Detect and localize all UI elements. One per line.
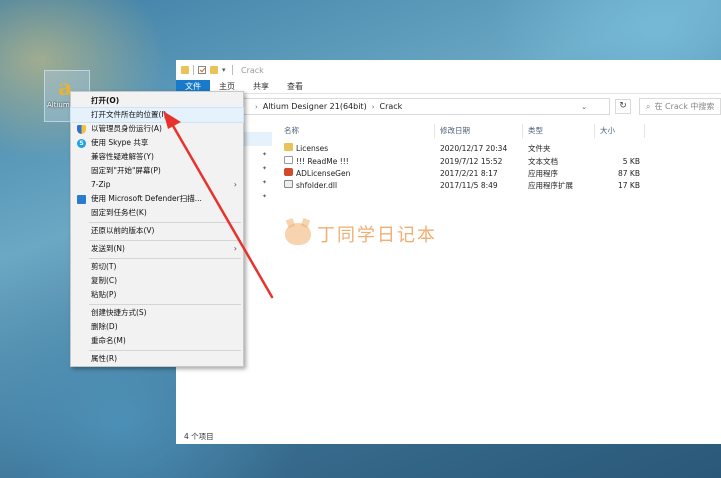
menu-item-open[interactable]: 打开(O) [71,94,243,108]
status-bar-count: 4 个项目 [184,432,214,441]
file-row[interactable]: ADLicenseGen 2017/2/21 8:17 应用程序 87 KB [280,168,642,179]
new-folder-quick-icon[interactable] [210,66,218,74]
menu-divider [89,222,241,223]
menu-item-restore-versions[interactable]: 还原以前的版本(V) [71,224,243,238]
pin-icon: ✦ [262,193,268,200]
menu-item-run-as-admin[interactable]: 以管理员身份运行(A) [71,122,243,136]
breadcrumb-crack[interactable]: Crack [380,102,403,111]
file-row[interactable]: shfolder.dll 2017/11/5 8:49 应用程序扩展 17 KB [280,180,642,191]
file-name: shfolder.dll [296,181,338,190]
file-date: 2020/12/17 20:34 [440,144,508,153]
column-divider [594,124,595,138]
file-row[interactable]: Licenses 2020/12/17 20:34 文件夹 [280,143,642,154]
menu-item-rename[interactable]: 重命名(M) [71,334,243,348]
file-size: 17 KB [618,181,640,190]
menu-item-delete[interactable]: 删除(D) [71,320,243,334]
menu-item-open-file-location[interactable]: 打开文件所在的位置(I) [70,107,244,123]
menu-item-label: 发送到(N) [91,244,125,253]
column-divider [522,124,523,138]
properties-quick-icon[interactable] [198,66,206,74]
dll-icon [284,180,293,188]
pin-icon: ✦ [262,179,268,186]
tab-share[interactable]: 共享 [244,80,278,93]
menu-item-skype-share[interactable]: S 使用 Skype 共享 [71,136,243,150]
quick-access-dropdown-icon[interactable]: ▾ [222,66,228,74]
file-type: 文件夹 [528,144,551,153]
file-name: !!! ReadMe !!! [296,157,349,166]
menu-item-7zip[interactable]: 7-Zip › [71,178,243,192]
watermark: 丁同学日记本 [285,221,437,247]
shiba-dog-logo-icon [285,223,311,245]
chevron-right-icon: › [371,102,375,111]
chevron-down-icon[interactable]: ⌄ [581,103,587,111]
file-type: 应用程序扩展 [528,181,573,190]
context-menu: 打开(O) 打开文件所在的位置(I) 以管理员身份运行(A) S 使用 Skyp… [70,91,244,367]
column-header-type[interactable]: 类型 [528,124,543,138]
search-placeholder: 在 Crack 中搜索 [654,102,715,111]
title-bar: ▾ Crack [176,60,721,80]
menu-item-label: 使用 Skype 共享 [91,138,149,147]
menu-item-copy[interactable]: 复制(C) [71,274,243,288]
chevron-right-icon: › [255,102,258,111]
column-header-date[interactable]: 修改日期 [440,124,470,138]
refresh-button[interactable]: ↻ [615,99,631,114]
file-explorer-window: ▾ Crack 文件 主页 共享 查看 › Altium Designer 21… [176,60,721,444]
menu-divider [89,304,241,305]
skype-icon: S [77,139,86,148]
menu-item-properties[interactable]: 属性(R) [71,352,243,366]
menu-item-pin-taskbar[interactable]: 固定到任务栏(K) [71,206,243,220]
address-row: › Altium Designer 21(64bit) › Crack ⌄ ↻ … [176,96,721,118]
menu-divider [89,258,241,259]
file-date: 2017/2/21 8:17 [440,169,498,178]
folder-icon [284,143,293,151]
chevron-right-icon: › [233,180,237,189]
file-size: 5 KB [622,157,640,166]
file-type: 文本文档 [528,157,558,166]
ribbon-tabs: 文件 主页 共享 查看 [176,80,721,94]
exe-icon [284,168,293,176]
file-name: Licenses [296,144,329,153]
column-divider [434,124,435,138]
menu-item-pin-start[interactable]: 固定到"开始"屏幕(P) [71,164,243,178]
pin-icon: ✦ [262,165,268,172]
file-date: 2019/7/12 15:52 [440,157,503,166]
breadcrumb-altium[interactable]: Altium Designer 21(64bit) [263,102,367,111]
window-title: Crack [241,65,264,75]
file-size: 87 KB [618,169,640,178]
pin-icon: ✦ [262,151,268,158]
menu-divider [89,240,241,241]
divider [232,65,233,75]
file-type: 应用程序 [528,169,558,178]
column-divider [644,124,645,138]
menu-item-label: 以管理员身份运行(A) [91,124,162,133]
menu-item-create-shortcut[interactable]: 创建快捷方式(S) [71,306,243,320]
column-header-size[interactable]: 大小 [600,124,615,138]
menu-item-label: 使用 Microsoft Defender扫描... [91,194,202,203]
watermark-text: 丁同学日记本 [317,225,437,246]
chevron-right-icon: › [233,244,237,253]
text-file-icon [284,156,293,164]
defender-icon [77,195,86,204]
menu-item-defender-scan[interactable]: 使用 Microsoft Defender扫描... [71,192,243,206]
column-header-name[interactable]: 名称 [284,124,299,138]
file-date: 2017/11/5 8:49 [440,181,498,190]
file-row[interactable]: !!! ReadMe !!! 2019/7/12 15:52 文本文档 5 KB [280,156,642,167]
file-name: ADLicenseGen [296,169,351,178]
search-box[interactable]: ⌕ 在 Crack 中搜索 [639,98,721,115]
search-icon: ⌕ [646,101,651,111]
folder-icon [181,66,189,74]
tab-view[interactable]: 查看 [278,80,312,93]
address-bar[interactable]: › Altium Designer 21(64bit) › Crack ⌄ [240,98,610,115]
menu-divider [89,350,241,351]
menu-item-cut[interactable]: 剪切(T) [71,260,243,274]
menu-item-paste[interactable]: 粘贴(P) [71,288,243,302]
divider [193,65,194,75]
shield-icon [77,125,86,134]
menu-item-label: 7-Zip [91,180,111,189]
menu-item-troubleshoot[interactable]: 兼容性疑难解答(Y) [71,150,243,164]
menu-item-send-to[interactable]: 发送到(N) › [71,242,243,256]
